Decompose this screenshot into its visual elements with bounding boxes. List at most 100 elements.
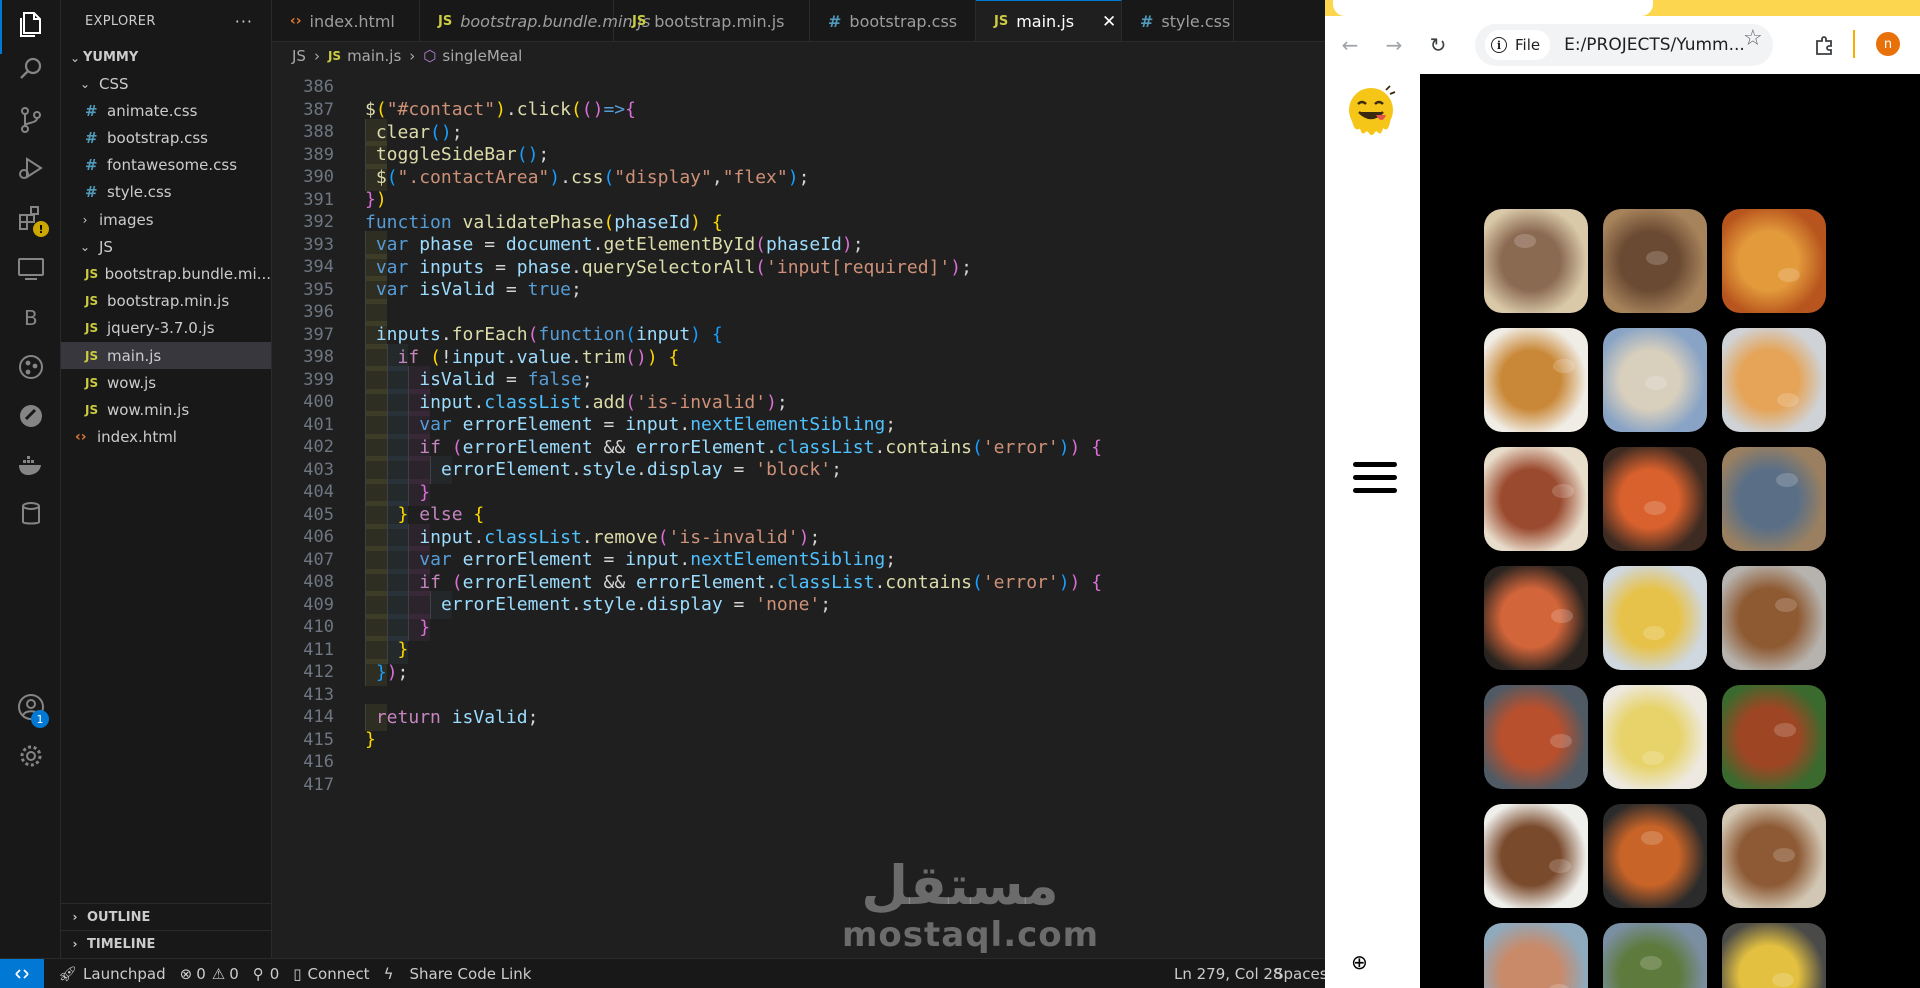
back-arrow-icon[interactable]: ← [1335, 30, 1365, 60]
code-token: querySelectorAll [581, 256, 756, 278]
tab-index-html[interactable]: ‹› index.html [272, 0, 420, 41]
meal-garnish [1644, 501, 1666, 515]
run-debug-button[interactable] [0, 143, 61, 197]
meal-card[interactable] [1722, 685, 1826, 789]
docker-button[interactable] [0, 440, 61, 494]
breadcrumb-symbol[interactable]: singleMeal [442, 47, 522, 65]
remote-explorer-button[interactable] [0, 243, 61, 297]
root-folder-yummy[interactable]: ⌄ YUMMY [61, 44, 271, 71]
tree-item[interactable]: JS wow.js [61, 369, 271, 396]
code-token: => [603, 99, 626, 121]
tree-item[interactable]: # animate.css [61, 97, 271, 124]
meal-card[interactable] [1484, 685, 1588, 789]
code-text: $(".contactArea").css("display","flex"); [376, 167, 810, 188]
meal-card[interactable] [1603, 566, 1707, 670]
tree-item[interactable]: JS jquery-3.7.0.js [61, 315, 271, 342]
breadcrumb-folder[interactable]: JS [292, 47, 306, 65]
meal-card[interactable] [1603, 923, 1707, 988]
meal-card[interactable] [1722, 923, 1826, 988]
database-button[interactable] [0, 489, 61, 543]
tree-item[interactable]: JS bootstrap.bundle.mi... [61, 260, 271, 287]
cursor-position[interactable]: Ln 279, Col 28 [1174, 965, 1282, 983]
meal-card[interactable] [1484, 209, 1588, 313]
warning-icon: ⚠ [211, 964, 226, 983]
forward-arrow-icon[interactable]: → [1379, 30, 1409, 60]
tree-item[interactable]: # style.css [61, 179, 271, 206]
share-code-link-item[interactable]: ϟ Share Code Link [384, 965, 532, 983]
outline-panel[interactable]: › OUTLINE [61, 903, 271, 930]
tree-item[interactable]: # fontawesome.css [61, 152, 271, 179]
globe-icon[interactable]: ⊕ [1351, 950, 1368, 974]
settings-gear-button[interactable] [0, 731, 61, 785]
meal-card[interactable] [1484, 923, 1588, 988]
browser-tab[interactable] [1333, 0, 1653, 16]
timeline-panel[interactable]: › TIMELINE [61, 930, 271, 957]
meal-card[interactable] [1484, 804, 1588, 908]
launchpad-item[interactable]: 🚀︎ Launchpad [58, 965, 166, 983]
meal-card[interactable] [1722, 804, 1826, 908]
search-icon [15, 53, 47, 89]
meal-garnish [1773, 848, 1795, 862]
tree-item[interactable]: › images [61, 206, 271, 233]
connect-item[interactable]: ▯ Connect [293, 965, 369, 983]
bootstrap-button[interactable]: B [0, 292, 61, 346]
chevron-right-icon: › [72, 937, 78, 951]
code-token: ) [787, 166, 799, 188]
extensions-button[interactable]: ! [0, 193, 61, 247]
meal-card[interactable] [1722, 566, 1826, 670]
extensions-puzzle-icon[interactable] [1810, 30, 1840, 60]
meal-card[interactable] [1722, 447, 1826, 551]
meal-card[interactable] [1603, 685, 1707, 789]
source-control-button[interactable] [0, 95, 61, 149]
meal-card[interactable] [1484, 328, 1588, 432]
close-icon[interactable]: ✕ [1102, 12, 1116, 32]
code-line[interactable]: 417 [272, 771, 1325, 799]
code-token: style [581, 459, 637, 481]
profile-avatar[interactable]: n [1876, 32, 1900, 56]
meal-card[interactable] [1484, 447, 1588, 551]
meal-card[interactable] [1603, 804, 1707, 908]
meal-card[interactable] [1603, 447, 1707, 551]
breadcrumb-file[interactable]: main.js [347, 47, 401, 65]
code-token: . [874, 571, 886, 593]
code-token: . [874, 436, 886, 458]
code-token: . [679, 549, 691, 571]
indentation-item[interactable]: Spaces: [1274, 965, 1333, 983]
search-button[interactable] [0, 44, 61, 98]
tab-bootstrap-min-js[interactable]: JS bootstrap.min.js [614, 0, 810, 41]
site-info-chip[interactable]: i File [1485, 30, 1551, 60]
tree-item[interactable]: ⌄ CSS [61, 70, 271, 97]
bookmark-star-icon[interactable]: ☆ [1743, 26, 1763, 51]
address-bar[interactable]: i File E:/PROJECTS/Yumm... [1475, 24, 1773, 66]
tab-bootstrap-css[interactable]: # bootstrap.css [810, 0, 976, 41]
code-token: ( [625, 324, 636, 346]
logo-icon[interactable] [1342, 82, 1400, 146]
meal-card[interactable] [1484, 566, 1588, 670]
remote-indicator-icon[interactable] [0, 958, 44, 988]
reload-icon[interactable]: ↻ [1423, 30, 1453, 60]
tab-style-css[interactable]: # style.css [1122, 0, 1234, 41]
ports-item[interactable]: ⚲ 0 [253, 965, 280, 983]
tree-item[interactable]: JS main.js [61, 342, 271, 369]
meal-card[interactable] [1603, 209, 1707, 313]
tab-bootstrap-bundle-min-js[interactable]: JS bootstrap.bundle.min.js [420, 0, 650, 41]
meal-card[interactable] [1603, 328, 1707, 432]
tree-item[interactable]: JS wow.min.js [61, 396, 271, 423]
ellipsis-icon[interactable]: ··· [235, 12, 253, 31]
meal-card[interactable] [1722, 328, 1826, 432]
account-button[interactable]: 1 [0, 682, 61, 736]
js-file-icon: JS [85, 402, 99, 417]
code-token: 'error' [982, 571, 1059, 593]
tree-item[interactable]: ⌄ JS [61, 233, 271, 260]
tree-item[interactable]: ‹› index.html [61, 424, 271, 451]
git-graph-button[interactable] [0, 342, 61, 396]
meal-card[interactable] [1722, 209, 1826, 313]
hamburger-menu-icon[interactable] [1353, 462, 1397, 498]
tree-item[interactable]: JS bootstrap.min.js [61, 288, 271, 315]
live-share-button[interactable] [0, 391, 61, 445]
problems-item[interactable]: ⊗ 0 ⚠ 0 [180, 965, 239, 983]
code-editor[interactable]: 385386387$("#contact").click(()=>{388cle… [272, 70, 1325, 958]
js-file-icon: JS [85, 348, 99, 363]
tab-main-js[interactable]: JS main.js ✕ [976, 0, 1122, 41]
tree-item[interactable]: # bootstrap.css [61, 124, 271, 151]
